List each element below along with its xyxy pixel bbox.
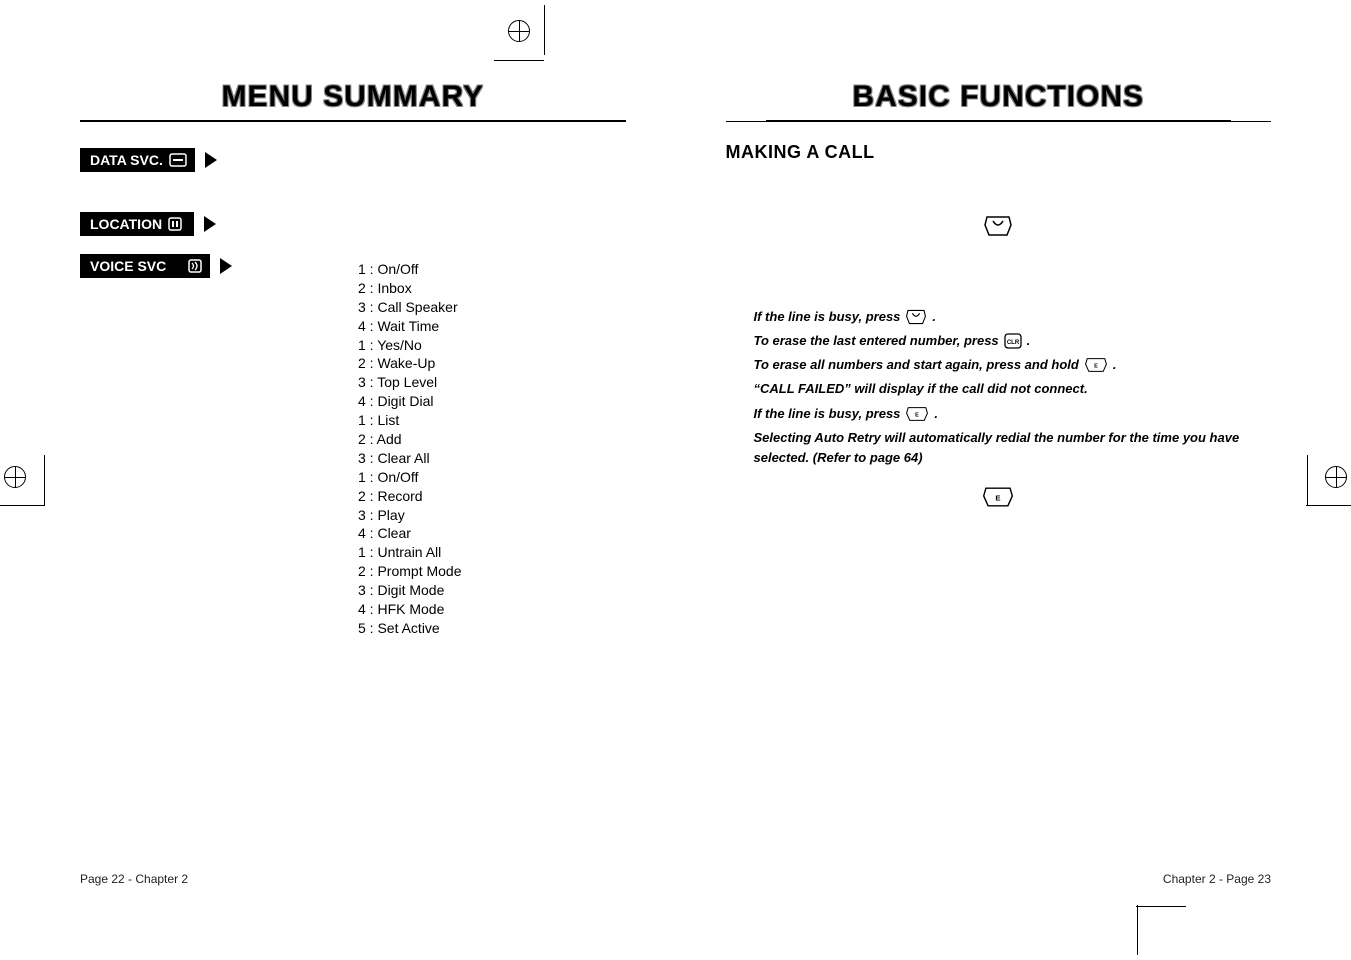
svg-text:E: E [916,412,920,418]
list-item: 2 : Add [358,430,626,449]
note-line-6: Selecting Auto Retry will automatically … [754,428,1272,468]
footer-right: Chapter 2 - Page 23 [1163,872,1271,886]
list-item: 3 : Top Level [358,373,626,392]
footer-left: Page 22 - Chapter 2 [80,872,188,886]
list-item: 2 : Prompt Mode [358,562,626,581]
phone-icon-large [726,215,1272,237]
list-item: 1 : Yes/No [358,336,626,355]
location-badge: LOCATION [80,212,194,236]
end-key-icon: E [904,406,930,422]
end-key-large: E [726,486,1272,508]
data-svc-icon [169,153,187,167]
voice-svc-badge: VOICE SVC [80,254,210,278]
location-label: LOCATION [90,216,162,232]
left-page: MENU SUMMARY DATA SVC. LOCATION VOIC [60,80,646,894]
svg-text:E: E [1094,364,1098,370]
list-item: 5 : Set Active [358,619,626,638]
data-svc-badge: DATA SVC. [80,148,195,172]
list-item: 2 : Record [358,487,626,506]
note-line-5: If the line is busy, press E . [754,404,1272,424]
note-text: If the line is busy, press [754,307,901,327]
list-item: 4 : Digit Dial [358,392,626,411]
note-text: If the line is busy, press [754,404,901,424]
location-icon [168,217,186,231]
svg-text:CLR: CLR [1007,340,1020,346]
voice-svc-icon [188,259,206,273]
note-text: To erase all numbers and start again, pr… [754,355,1079,375]
title-rule [80,120,626,122]
end-key-icon: E [981,486,1015,508]
voice-svc-label: VOICE SVC [90,258,166,274]
note-line-2: To erase the last entered number, press … [754,331,1272,351]
right-page: BASIC FUNCTIONS MAKING A CALL If the lin… [706,80,1292,894]
list-item: 2 : Wake-Up [358,354,626,373]
note-text: To erase the last entered number, press [754,331,999,351]
list-item: 3 : Play [358,506,626,525]
end-key-icon: E [1083,357,1109,373]
list-item: 3 : Clear All [358,449,626,468]
arrow-right-icon [220,258,232,274]
voice-svc-list: 1 : On/Off2 : Inbox3 : Call Speaker4 : W… [358,260,626,638]
list-item: 2 : Inbox [358,279,626,298]
list-item: 4 : Clear [358,524,626,543]
talk-handset-icon [904,309,928,325]
list-item: 1 : List [358,411,626,430]
note-line-1: If the line is busy, press . [754,307,1272,327]
data-svc-row: DATA SVC. [80,148,626,172]
svg-text:E: E [996,493,1001,502]
notes-block: If the line is busy, press . To erase th… [754,307,1272,468]
list-item: 3 : Digit Mode [358,581,626,600]
note-text: . [932,307,936,327]
data-svc-label: DATA SVC. [90,152,163,168]
note-line-3: To erase all numbers and start again, pr… [754,355,1272,375]
note-text: “CALL FAILED” will display if the call d… [754,379,1088,399]
note-text: . [1113,355,1117,375]
list-item: 1 : On/Off [358,468,626,487]
clr-key-icon: CLR [1003,332,1023,350]
note-text: Selecting Auto Retry will automatically … [754,430,1240,465]
list-item: 4 : HFK Mode [358,600,626,619]
note-text: . [934,404,938,424]
note-text: . [1027,331,1031,351]
right-page-title: BASIC FUNCTIONS [726,80,1272,114]
list-item: 1 : On/Off [358,260,626,279]
list-item: 3 : Call Speaker [358,298,626,317]
arrow-right-icon [204,216,216,232]
list-item: 4 : Wait Time [358,317,626,336]
talk-handset-icon [983,215,1013,237]
location-row: LOCATION [80,212,626,236]
list-item: 1 : Untrain All [358,543,626,562]
note-line-4: “CALL FAILED” will display if the call d… [754,379,1272,399]
section-heading: MAKING A CALL [726,142,1272,163]
arrow-right-icon [205,152,217,168]
left-page-title: MENU SUMMARY [80,80,626,114]
